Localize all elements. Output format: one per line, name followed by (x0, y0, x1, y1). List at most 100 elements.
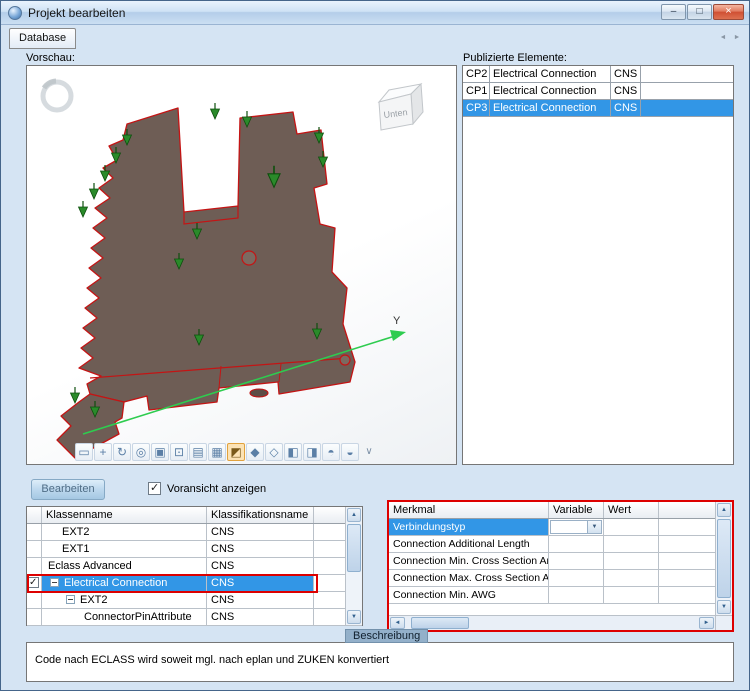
published-cell-name: Electrical Connection (490, 100, 611, 116)
class-row[interactable]: EXT2 CNS (27, 524, 362, 541)
zoom-window-icon[interactable]: ▣ (151, 443, 169, 461)
attr-wert-cell (604, 536, 659, 552)
published-cell-id: CP1 (463, 83, 490, 99)
attr-variable-cell (549, 570, 604, 586)
attribute-table-hscrollbar[interactable]: ◄ ► (389, 615, 715, 630)
attribute-row-selected[interactable]: Verbindungstyp ▼ (389, 519, 732, 536)
scroll-left-icon[interactable]: ◄ (390, 617, 405, 629)
class-classification-cell: CNS (207, 575, 314, 591)
attr-header-wert[interactable]: Wert (604, 502, 659, 518)
class-classification-cell: CNS (207, 609, 314, 625)
render-mode-icon[interactable]: ◆ (246, 443, 264, 461)
rotate-icon[interactable]: ↻ (113, 443, 131, 461)
attribute-row[interactable]: Connection Additional Length (389, 536, 732, 553)
preview-checkbox[interactable] (148, 482, 161, 495)
attr-header-merkmal[interactable]: Merkmal (389, 502, 549, 518)
class-name-cell: EXT2 (42, 524, 207, 540)
measure-icon[interactable]: ▤ (189, 443, 207, 461)
pan-icon[interactable]: + (94, 443, 112, 461)
class-row[interactable]: EXT1 CNS (27, 541, 362, 558)
edit-button[interactable]: Bearbeiten (31, 479, 105, 500)
preview-viewport[interactable]: Unten (26, 65, 457, 465)
attr-merkmal-cell: Connection Min. Cross Section Area (389, 553, 549, 569)
scroll-down-icon[interactable]: ▼ (717, 600, 731, 614)
published-cell-name: Electrical Connection (490, 83, 611, 99)
class-name-cell: EXT1 (42, 541, 207, 557)
scroll-right-icon[interactable]: ► (699, 617, 714, 629)
scroll-down-icon[interactable]: ▼ (347, 610, 361, 624)
class-classification-cell: CNS (207, 558, 314, 574)
y-axis-label: Y (393, 315, 401, 327)
scroll-up-icon[interactable]: ▲ (717, 503, 731, 517)
variable-combobox[interactable]: ▼ (550, 520, 602, 534)
preview-toolbar: ▭ + ↻ ◎ ▣ ⊡ ▤ ▦ ◩ ◆ ◇ ◧ ◨ ◓ ◒ ∨ (75, 443, 378, 461)
published-cell-id: CP2 (463, 66, 490, 82)
attr-header-variable[interactable]: Variable (549, 502, 604, 518)
tab-scroll-right-icon[interactable]: ► (731, 30, 743, 45)
attribute-row[interactable]: Connection Max. Cross Section Area (389, 570, 732, 587)
select-icon[interactable]: ▭ (75, 443, 93, 461)
description-box: Code nach ECLASS wird soweit mgl. nach e… (26, 642, 734, 682)
maximize-button[interactable]: □ (687, 4, 712, 20)
preview-label: Vorschau: (26, 52, 75, 64)
class-header-checkbox-cell (27, 507, 42, 523)
class-classification-cell: CNS (207, 524, 314, 540)
attribute-row[interactable]: Connection Min. AWG (389, 587, 732, 604)
front-view-icon[interactable]: ◧ (284, 443, 302, 461)
scrollbar-thumb[interactable] (411, 617, 469, 629)
class-name-cell: ConnectorPinAttribute (42, 609, 207, 625)
close-button[interactable]: × (713, 4, 744, 20)
view-cube: Unten (379, 84, 423, 130)
bottom-view-icon[interactable]: ◒ (341, 443, 359, 461)
tree-collapse-icon[interactable] (50, 578, 59, 587)
class-header-classification[interactable]: Klassifikationsname (207, 507, 314, 523)
tree-collapse-icon[interactable] (66, 595, 75, 604)
zoom-fit-icon[interactable]: ⊡ (170, 443, 188, 461)
chevron-down-icon[interactable]: ▼ (587, 521, 601, 533)
published-cell-empty (641, 66, 733, 82)
tab-database[interactable]: Database (9, 28, 76, 49)
published-cell-empty (641, 83, 733, 99)
shaded-view-icon[interactable]: ◩ (227, 443, 245, 461)
attr-merkmal-cell: Connection Max. Cross Section Area (389, 570, 549, 586)
more-views-icon[interactable]: ∨ (360, 443, 378, 461)
class-row[interactable]: Eclass Advanced CNS (27, 558, 362, 575)
titlebar[interactable]: Projekt bearbeiten – □ × (1, 1, 749, 25)
part-hole (340, 355, 350, 365)
scrollbar-thumb[interactable] (717, 519, 731, 598)
class-row[interactable]: ConnectorPinAttribute CNS (27, 609, 362, 626)
back-view-icon[interactable]: ◨ (303, 443, 321, 461)
grid-icon[interactable]: ▦ (208, 443, 226, 461)
attr-wert-cell (604, 587, 659, 603)
part-hole (250, 389, 268, 397)
window-title: Projekt bearbeiten (28, 6, 125, 20)
top-view-icon[interactable]: ◓ (322, 443, 340, 461)
minimize-button[interactable]: – (661, 4, 686, 20)
attribute-table: Merkmal Variable Wert Verbindungstyp ▼ C… (387, 500, 734, 632)
attr-variable-cell (549, 587, 604, 603)
class-row-checkbox[interactable] (28, 577, 39, 588)
attr-merkmal-cell: Connection Min. AWG (389, 587, 549, 603)
published-row[interactable]: CP2 Electrical Connection CNS (463, 66, 733, 83)
class-table-scrollbar[interactable]: ▲ ▼ (345, 507, 362, 625)
attribute-table-vscrollbar[interactable]: ▲ ▼ (715, 502, 732, 615)
window-controls: – □ × (661, 4, 744, 20)
published-cell-schema: CNS (611, 83, 641, 99)
published-cell-empty (641, 100, 733, 116)
class-table: Klassenname Klassifikationsname EXT2 CNS… (26, 506, 363, 626)
class-header-name[interactable]: Klassenname (42, 507, 207, 523)
attr-wert-cell (604, 519, 659, 535)
class-row-selected[interactable]: Electrical Connection CNS (27, 575, 362, 592)
published-row[interactable]: CP1 Electrical Connection CNS (463, 83, 733, 100)
class-name-cell: Eclass Advanced (42, 558, 207, 574)
iso-view-icon[interactable]: ◇ (265, 443, 283, 461)
scroll-up-icon[interactable]: ▲ (347, 508, 361, 522)
tab-scroll-left-icon[interactable]: ◄ (717, 30, 729, 45)
class-row[interactable]: EXT2 CNS (27, 592, 362, 609)
dialog-window: Projekt bearbeiten – □ × Database ◄ ► Vo… (0, 0, 750, 691)
attribute-row[interactable]: Connection Min. Cross Section Area (389, 553, 732, 570)
zoom-icon[interactable]: ◎ (132, 443, 150, 461)
attr-merkmal-cell: Connection Additional Length (389, 536, 549, 552)
published-row-selected[interactable]: CP3 Electrical Connection CNS (463, 100, 733, 117)
scrollbar-thumb[interactable] (347, 524, 361, 572)
